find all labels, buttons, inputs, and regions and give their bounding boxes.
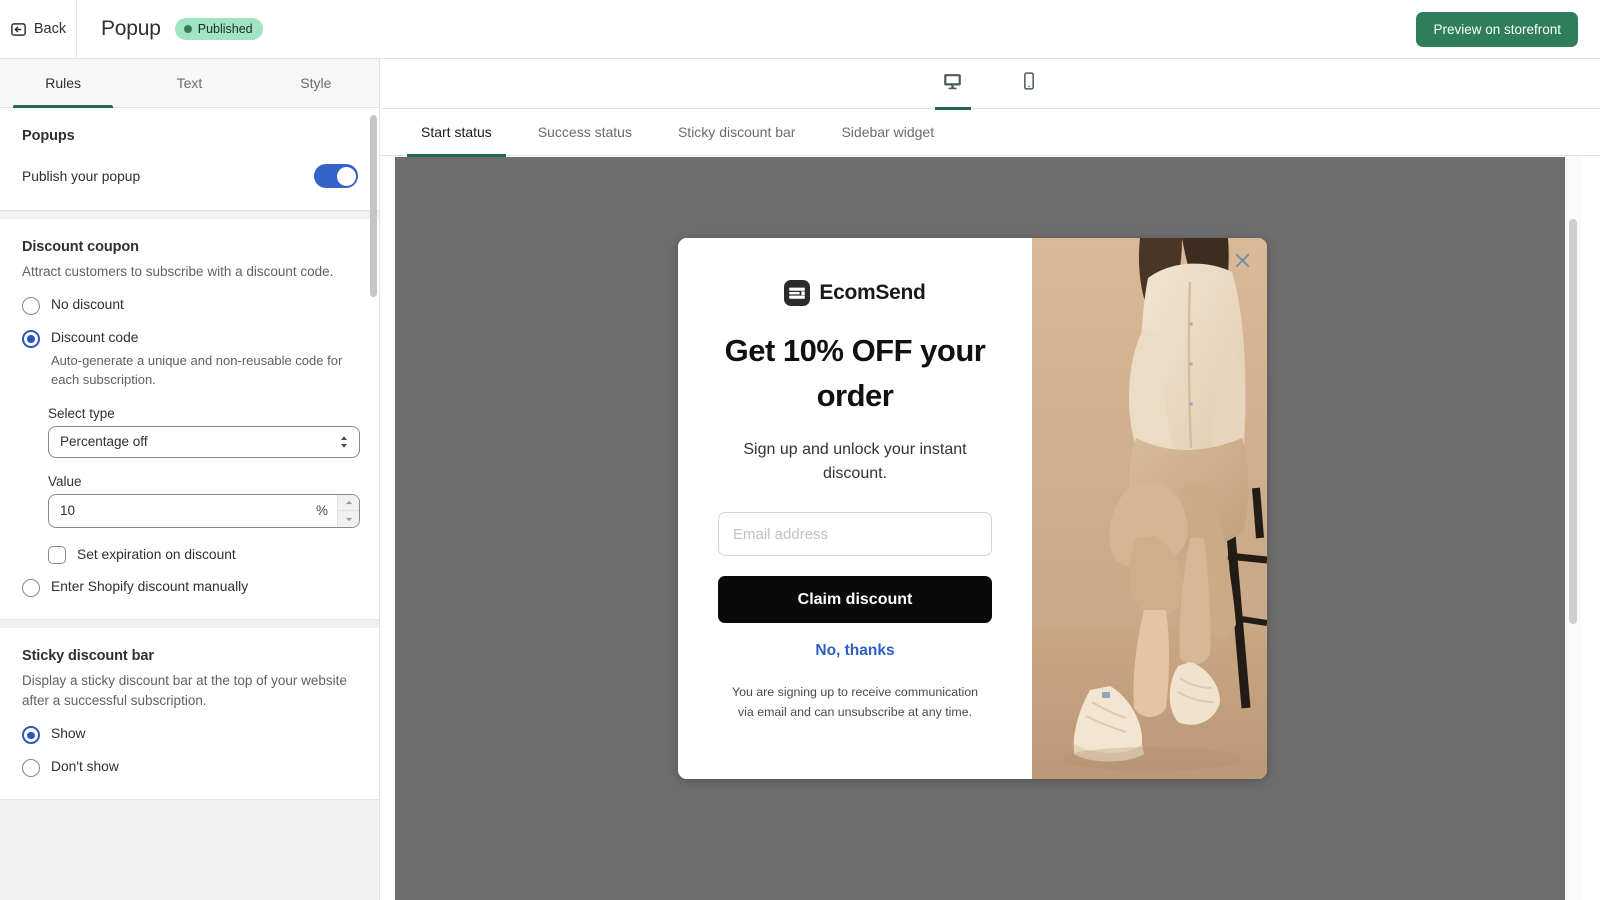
tab-style[interactable]: Style	[253, 59, 379, 107]
tab-rules[interactable]: Rules	[0, 59, 126, 107]
stepper-decrement-button[interactable]	[338, 510, 359, 527]
radio-manual-discount-label: Enter Shopify discount manually	[51, 578, 248, 596]
value-field: Value %	[48, 474, 358, 528]
radio-sticky-hide-label: Don't show	[51, 758, 119, 776]
mobile-phone-icon	[1019, 71, 1039, 96]
popup-image-column	[1032, 238, 1267, 779]
popup-email-input[interactable]	[718, 512, 992, 556]
preview-on-storefront-button[interactable]: Preview on storefront	[1416, 12, 1578, 47]
stepper-increment-button[interactable]	[338, 495, 359, 511]
publish-popup-toggle[interactable]	[314, 164, 358, 188]
back-button-label: Back	[34, 21, 66, 37]
left-panel-scrollbar[interactable]	[370, 115, 377, 297]
set-expiration-label: Set expiration on discount	[77, 547, 236, 562]
popup-close-icon[interactable]	[1234, 252, 1251, 269]
popup-subtext: Sign up and unlock your instant discount…	[714, 438, 996, 485]
popup-headline: Get 10% OFF your order	[714, 329, 996, 419]
discount-coupon-title: Discount coupon	[22, 239, 358, 255]
radio-discount-code[interactable]: Discount code	[22, 329, 358, 348]
publish-popup-row: Publish your popup	[22, 164, 358, 188]
tab-text[interactable]: Text	[126, 59, 252, 107]
value-input[interactable]	[49, 495, 316, 527]
preview-scrollbar-thumb[interactable]	[1569, 219, 1577, 624]
radio-sticky-show[interactable]: Show	[22, 725, 358, 744]
desktop-monitor-icon	[942, 71, 963, 97]
chevron-updown-icon	[339, 434, 349, 450]
popup-content-column: EcomSend Get 10% OFF your order Sign up …	[678, 238, 1032, 779]
section-divider	[0, 211, 380, 219]
discount-coupon-subtitle: Attract customers to subscribe with a di…	[22, 262, 358, 282]
value-input-wrapper: %	[48, 494, 360, 528]
status-badge: Published	[175, 18, 263, 40]
value-stepper	[337, 495, 359, 527]
select-type-dropdown[interactable]: Percentage off	[48, 426, 360, 458]
select-type-field: Select type Percentage off	[48, 406, 358, 458]
discount-code-help-text: Auto-generate a unique and non-reusable …	[51, 352, 358, 390]
tab-sticky-discount-bar-label: Sticky discount bar	[678, 124, 796, 140]
select-type-value: Percentage off	[60, 434, 148, 449]
popup-brand: EcomSend	[784, 280, 925, 306]
tab-sidebar-widget[interactable]: Sidebar widget	[827, 109, 948, 156]
ecomsend-logo-icon	[784, 280, 810, 306]
set-expiration-checkbox[interactable]	[48, 546, 66, 564]
publish-popup-label: Publish your popup	[22, 169, 140, 184]
settings-scroll-area: Popups Publish your popup Discount coupo…	[0, 108, 380, 900]
back-arrow-icon	[10, 21, 27, 38]
back-button[interactable]: Back	[0, 0, 77, 58]
tab-rules-label: Rules	[45, 75, 81, 91]
popups-card-title: Popups	[22, 128, 358, 144]
popups-card: Popups Publish your popup	[0, 108, 380, 211]
popup-legal-text: You are signing up to receive communicat…	[730, 682, 980, 722]
device-mobile-button[interactable]	[1009, 59, 1049, 109]
radio-sticky-hide[interactable]: Don't show	[22, 758, 358, 777]
popup-preview-card: EcomSend Get 10% OFF your order Sign up …	[678, 238, 1267, 779]
tab-success-status-label: Success status	[538, 124, 632, 140]
popup-hero-image	[1032, 238, 1267, 779]
popup-brand-name: EcomSend	[819, 281, 925, 305]
left-settings-panel: Rules Text Style Popups Publish your pop…	[0, 59, 380, 900]
status-dot-icon	[184, 25, 192, 33]
tab-sticky-discount-bar[interactable]: Sticky discount bar	[664, 109, 810, 156]
preview-canvas: EcomSend Get 10% OFF your order Sign up …	[395, 157, 1581, 900]
popup-claim-discount-button[interactable]: Claim discount	[718, 576, 992, 623]
tab-start-status[interactable]: Start status	[407, 109, 506, 156]
tab-sidebar-widget-label: Sidebar widget	[841, 124, 934, 140]
radio-manual-discount[interactable]: Enter Shopify discount manually	[22, 578, 358, 597]
preview-pane: Start status Success status Sticky disco…	[381, 59, 1600, 900]
select-type-wrapper: Percentage off	[48, 426, 360, 458]
radio-sticky-show-control[interactable]	[22, 726, 40, 744]
top-bar: Back Popup Published Preview on storefro…	[0, 0, 1600, 59]
section-divider-2	[0, 620, 380, 628]
page-title: Popup	[101, 17, 161, 41]
radio-discount-code-control[interactable]	[22, 330, 40, 348]
status-badge-label: Published	[198, 22, 253, 36]
sticky-bar-subtitle: Display a sticky discount bar at the top…	[22, 671, 358, 712]
preview-status-tabs: Start status Success status Sticky disco…	[381, 109, 1600, 156]
radio-sticky-show-label: Show	[51, 725, 86, 743]
set-expiration-row[interactable]: Set expiration on discount	[48, 546, 358, 564]
settings-tabs: Rules Text Style	[0, 59, 379, 108]
device-switcher	[381, 59, 1600, 109]
toggle-knob	[337, 167, 356, 186]
sticky-bar-title: Sticky discount bar	[22, 648, 358, 664]
tab-success-status[interactable]: Success status	[524, 109, 646, 156]
tab-style-label: Style	[300, 75, 331, 91]
value-suffix: %	[316, 503, 337, 518]
radio-sticky-hide-control[interactable]	[22, 759, 40, 777]
tab-text-label: Text	[177, 75, 203, 91]
radio-no-discount-label: No discount	[51, 296, 124, 314]
radio-discount-code-label: Discount code	[51, 329, 138, 347]
section-divider-3	[0, 800, 380, 808]
select-type-label: Select type	[48, 406, 358, 421]
popup-no-thanks-link[interactable]: No, thanks	[815, 642, 894, 660]
discount-coupon-card: Discount coupon Attract customers to sub…	[0, 219, 380, 620]
sticky-discount-bar-card: Sticky discount bar Display a sticky dis…	[0, 628, 380, 801]
radio-no-discount[interactable]: No discount	[22, 296, 358, 315]
device-desktop-button[interactable]	[933, 59, 973, 109]
radio-no-discount-control[interactable]	[22, 297, 40, 315]
radio-manual-discount-control[interactable]	[22, 579, 40, 597]
tab-start-status-label: Start status	[421, 124, 492, 140]
value-label: Value	[48, 474, 358, 489]
